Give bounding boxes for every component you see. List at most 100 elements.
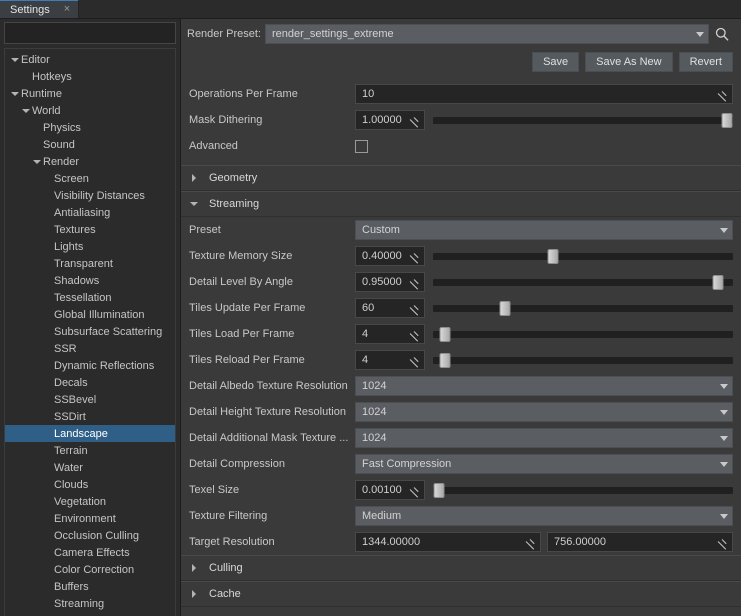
value-texel-size: 0.00100 (362, 484, 407, 496)
sidebar-item-environment[interactable]: Environment (5, 510, 175, 527)
sidebar-item-vegetation[interactable]: Vegetation (5, 493, 175, 510)
section-cache[interactable]: Cache (181, 581, 741, 607)
preset-search-button[interactable] (709, 26, 735, 42)
sidebar-item-visibility-distances[interactable]: Visibility Distances (5, 187, 175, 204)
slider-texel-size[interactable] (433, 480, 733, 500)
dropdown-value-detail-compression: Fast Compression (362, 458, 714, 470)
sidebar-item-label: Camera Effects (54, 547, 130, 559)
slider-tiles-update-per-frame[interactable] (433, 298, 733, 318)
sidebar-item-sound[interactable]: Sound (5, 136, 175, 153)
drag-handle-icon[interactable] (411, 330, 420, 339)
field-row-texel-size: Texel Size0.00100 (181, 477, 741, 503)
slider-knob[interactable] (548, 249, 559, 264)
sidebar-item-camera-effects[interactable]: Camera Effects (5, 544, 175, 561)
slider-tiles-load-per-frame[interactable] (433, 324, 733, 344)
drag-handle-icon[interactable] (719, 538, 728, 547)
slider-texture-memory-size[interactable] (433, 246, 733, 266)
slider-knob[interactable] (500, 301, 511, 316)
sidebar-item-antialiasing[interactable]: Antialiasing (5, 204, 175, 221)
dropdown-texture-filtering[interactable]: Medium (355, 506, 733, 526)
preset-actions: Save Save As New Revert (181, 49, 741, 75)
sidebar-item-lights[interactable]: Lights (5, 238, 175, 255)
drag-handle-icon[interactable] (411, 252, 420, 261)
sidebar-item-label: Decals (54, 377, 88, 389)
sidebar-item-global-illumination[interactable]: Global Illumination (5, 306, 175, 323)
input-detail-level-by-angle[interactable]: 0.95000 (355, 272, 425, 292)
drag-handle-icon[interactable] (411, 486, 420, 495)
sidebar-item-streaming[interactable]: Streaming (5, 595, 175, 612)
field-row-tiles-update-per-frame: Tiles Update Per Frame60 (181, 295, 741, 321)
sidebar-item-textures[interactable]: Textures (5, 221, 175, 238)
search-input[interactable] (4, 22, 176, 44)
input-target-resolution-y[interactable]: 756.00000 (547, 532, 733, 552)
drag-handle-icon[interactable] (527, 538, 536, 547)
dropdown-detail-compression[interactable]: Fast Compression (355, 454, 733, 474)
drag-handle-icon[interactable] (411, 278, 420, 287)
input-operations-per-frame[interactable]: 10 (355, 84, 733, 104)
dropdown-detail-height-texture-resolution[interactable]: 1024 (355, 402, 733, 422)
slider-knob[interactable] (713, 275, 724, 290)
dropdown-detail-albedo-texture-resolution[interactable]: 1024 (355, 376, 733, 396)
render-preset-dropdown[interactable]: render_settings_extreme (265, 24, 709, 44)
input-texture-memory-size[interactable]: 0.40000 (355, 246, 425, 266)
sidebar-item-runtime[interactable]: Runtime (5, 85, 175, 102)
sidebar-item-ssbevel[interactable]: SSBevel (5, 391, 175, 408)
sidebar-item-dynamic-reflections[interactable]: Dynamic Reflections (5, 357, 175, 374)
sidebar-item-editor[interactable]: Editor (5, 51, 175, 68)
sidebar-item-world[interactable]: World (5, 102, 175, 119)
value-target-resolution-x: 1344.00000 (362, 536, 523, 548)
input-target-resolution-x[interactable]: 1344.00000 (355, 532, 541, 552)
dropdown-detail-additional-mask-texture[interactable]: 1024 (355, 428, 733, 448)
sidebar-item-buffers[interactable]: Buffers (5, 578, 175, 595)
sidebar-item-render[interactable]: Render (5, 153, 175, 170)
section-culling[interactable]: Culling (181, 555, 741, 581)
drag-handle-icon[interactable] (411, 304, 420, 313)
drag-handle-icon[interactable] (719, 90, 728, 99)
slider-tiles-reload-per-frame[interactable] (433, 350, 733, 370)
sidebar-item-tessellation[interactable]: Tessellation (5, 289, 175, 306)
sidebar-item-subsurface-scattering[interactable]: Subsurface Scattering (5, 323, 175, 340)
slider-detail-level-by-angle[interactable] (433, 272, 733, 292)
dropdown-preset[interactable]: Custom (355, 220, 733, 240)
drag-handle-icon[interactable] (411, 356, 420, 365)
slider-knob[interactable] (440, 353, 451, 368)
section-geometry[interactable]: Geometry (181, 165, 741, 191)
sidebar-item-decals[interactable]: Decals (5, 374, 175, 391)
sidebar-item-custom-post-materials[interactable]: Custom Post Materials (5, 612, 175, 616)
sidebar-item-terrain[interactable]: Terrain (5, 442, 175, 459)
save-button[interactable]: Save (532, 52, 579, 72)
input-tiles-reload-per-frame[interactable]: 4 (355, 350, 425, 370)
slider-knob[interactable] (440, 327, 451, 342)
close-icon[interactable]: × (64, 4, 70, 15)
sidebar-item-ssdirt[interactable]: SSDirt (5, 408, 175, 425)
sidebar-item-landscape[interactable]: Landscape (5, 425, 175, 442)
slider-knob[interactable] (722, 113, 733, 128)
section-streaming[interactable]: Streaming (181, 191, 741, 217)
slider-mask-dithering[interactable] (433, 110, 733, 130)
sidebar-item-shadows[interactable]: Shadows (5, 272, 175, 289)
sidebar-item-transparent[interactable]: Transparent (5, 255, 175, 272)
tab-settings[interactable]: Settings × (0, 0, 79, 18)
sidebar-item-hotkeys[interactable]: Hotkeys (5, 68, 175, 85)
save-as-new-button[interactable]: Save As New (585, 52, 672, 72)
input-tiles-update-per-frame[interactable]: 60 (355, 298, 425, 318)
input-tiles-load-per-frame[interactable]: 4 (355, 324, 425, 344)
sidebar-item-occlusion-culling[interactable]: Occlusion Culling (5, 527, 175, 544)
settings-window: Settings × Editor HotkeysRuntimeWorldPhys… (0, 0, 741, 616)
sidebar-item-screen[interactable]: Screen (5, 170, 175, 187)
sidebar-item-water[interactable]: Water (5, 459, 175, 476)
slider-knob[interactable] (434, 483, 445, 498)
field-row-operations-per-frame: Operations Per Frame10 (181, 81, 741, 107)
sidebar-item-clouds[interactable]: Clouds (5, 476, 175, 493)
input-texel-size[interactable]: 0.00100 (355, 480, 425, 500)
revert-button[interactable]: Revert (679, 52, 733, 72)
drag-handle-icon[interactable] (411, 116, 420, 125)
sidebar-item-ssr[interactable]: SSR (5, 340, 175, 357)
input-mask-dithering[interactable]: 1.00000 (355, 110, 425, 130)
sidebar-item-label: Editor (21, 54, 50, 66)
sidebar-item-physics[interactable]: Physics (5, 119, 175, 136)
sidebar: Editor HotkeysRuntimeWorldPhysicsSoundRen… (0, 19, 181, 616)
sidebar-item-color-correction[interactable]: Color Correction (5, 561, 175, 578)
chevron-down-icon (720, 436, 728, 441)
checkbox-advanced[interactable] (355, 140, 368, 153)
